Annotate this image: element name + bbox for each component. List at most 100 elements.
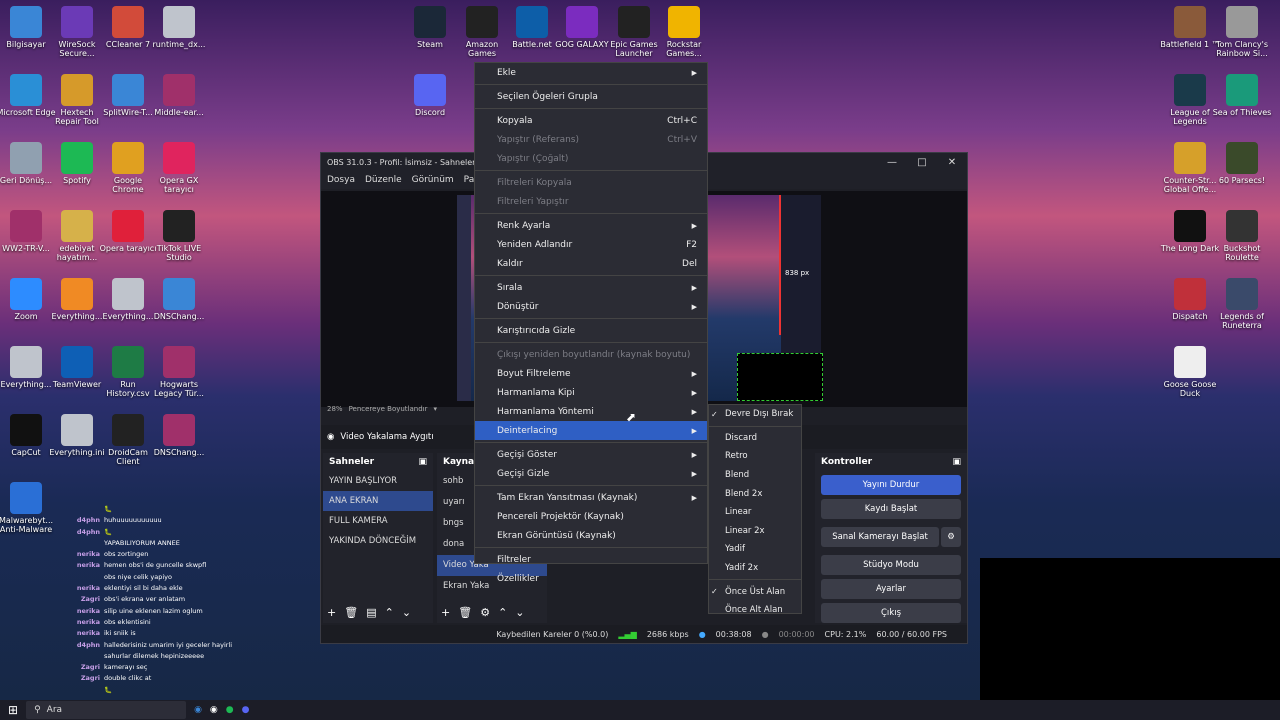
context-menu-item[interactable]: Harmanlama Kipi ▶: [475, 383, 707, 402]
chat-text: silip uine eklenen lazim oglum: [104, 606, 203, 615]
exit-button[interactable]: Çıkış: [821, 603, 961, 623]
submenu-item[interactable]: Yadif 2x: [709, 559, 801, 578]
scene-item[interactable]: YAKINDA DÖNCEĞİM: [323, 531, 433, 551]
zoom-label[interactable]: Pencereye Boyutlandır: [349, 405, 428, 413]
desktop-icon[interactable]: Goose Goose Duck: [1160, 346, 1220, 398]
edge-taskbar-icon[interactable]: ◉: [194, 705, 202, 715]
submenu-item[interactable]: Yadif: [709, 540, 801, 559]
context-menu-item[interactable]: Filtreler: [475, 550, 707, 569]
desktop-icon[interactable]: 60 Parsecs!: [1212, 142, 1272, 185]
desktop-icon[interactable]: DNSChang...: [149, 414, 209, 457]
desktop-icon[interactable]: Tom Clancy's Rainbow Si...: [1212, 6, 1272, 58]
desktop-icon[interactable]: The Long Dark: [1160, 210, 1220, 253]
obs-taskbar-icon[interactable]: ◉: [210, 705, 218, 715]
gear-icon[interactable]: ⚙: [941, 527, 961, 547]
context-menu-item[interactable]: Seçilen Ögeleri Grupla: [475, 87, 707, 106]
desktop-icon[interactable]: Rockstar Games...: [654, 6, 714, 58]
scene-item[interactable]: FULL KAMERA: [323, 511, 433, 531]
scene-item[interactable]: ANA EKRAN: [323, 491, 433, 511]
context-menu-item[interactable]: Karıştırıcıda Gizle: [475, 321, 707, 340]
close-icon[interactable]: ✕: [937, 153, 967, 171]
context-menu-item[interactable]: Boyut Filtreleme ▶: [475, 364, 707, 383]
context-menu-item[interactable]: Deinterlacing ▶: [475, 421, 707, 440]
submenu-item[interactable]: ✓ Devre Dışı Bırak: [709, 405, 801, 424]
arrow-down-icon[interactable]: ⌄: [402, 606, 411, 619]
scene-item[interactable]: YAYIN BAŞLIYOR: [323, 471, 433, 491]
submenu-item[interactable]: Önce Alt Alan: [709, 601, 801, 620]
context-menu-item[interactable]: Dönüştür ▶: [475, 297, 707, 316]
desktop-icon-label: Middle-ear...: [154, 108, 204, 117]
desktop-icon-label: DNSChang...: [153, 448, 205, 457]
discord-taskbar-icon[interactable]: ●: [242, 705, 250, 715]
chevron-down-icon[interactable]: ▾: [433, 405, 437, 413]
undock-icon[interactable]: ▣: [418, 457, 427, 467]
maximize-icon[interactable]: □: [907, 153, 937, 171]
minimize-icon[interactable]: —: [877, 153, 907, 171]
gear-icon[interactable]: ⚙: [480, 606, 490, 619]
desktop-icon[interactable]: Dispatch: [1160, 278, 1220, 321]
trash-icon[interactable]: 🗑: [344, 606, 358, 619]
settings-button[interactable]: Ayarlar: [821, 579, 961, 599]
app-icon: [61, 346, 93, 378]
desktop-icon[interactable]: Counter-Str... Global Offe...: [1160, 142, 1220, 194]
context-menu-item[interactable]: Renk Ayarla ▶: [475, 216, 707, 235]
menu-separator: [709, 425, 801, 427]
submenu-item[interactable]: Linear: [709, 503, 801, 522]
desktop-icon[interactable]: DNSChang...: [149, 278, 209, 321]
submenu-item[interactable]: ✓ Önce Üst Alan: [709, 582, 801, 601]
trash-icon[interactable]: 🗑: [458, 606, 472, 619]
spotify-taskbar-icon[interactable]: ●: [226, 705, 234, 715]
submenu-item[interactable]: Retro: [709, 447, 801, 466]
desktop-icon[interactable]: Hogwarts Legacy Tür...: [149, 346, 209, 398]
signal-icon: ▂▄▆: [618, 629, 637, 639]
add-icon[interactable]: +: [327, 606, 336, 619]
context-menu-item[interactable]: Tam Ekran Yansıtması (Kaynak) ▶: [475, 488, 707, 507]
context-menu-item[interactable]: Yeniden Adlandır F2: [475, 235, 707, 254]
app-icon: [61, 74, 93, 106]
windows-start-icon[interactable]: ⊞: [8, 703, 18, 717]
virtual-cam-button[interactable]: Sanal Kamerayı Başlat: [821, 527, 939, 547]
desktop-icon-label: Discord: [414, 108, 446, 117]
submenu-item[interactable]: Linear 2x: [709, 522, 801, 541]
context-menu-item[interactable]: Ekle ▶: [475, 63, 707, 82]
arrow-up-icon[interactable]: ⌃: [385, 606, 394, 619]
context-menu-item[interactable]: Harmanlama Yöntemi ▶: [475, 402, 707, 421]
desktop-icon[interactable]: TikTok LIVE Studio: [149, 210, 209, 262]
submenu-item[interactable]: Blend 2x: [709, 484, 801, 503]
desktop-icon[interactable]: Buckshot Roulette: [1212, 210, 1272, 262]
menu-item[interactable]: Dosya: [327, 175, 355, 185]
start-record-button[interactable]: Kaydı Başlat: [821, 499, 961, 519]
desktop-icon[interactable]: Steam: [400, 6, 460, 49]
stop-stream-button[interactable]: Yayını Durdur: [821, 475, 961, 495]
add-icon[interactable]: +: [441, 606, 450, 619]
desktop-icon[interactable]: Opera GX tarayıcı: [149, 142, 209, 194]
desktop-icon[interactable]: Sea of Thieves: [1212, 74, 1272, 117]
desktop-icon-label: Buckshot Roulette: [1223, 244, 1261, 262]
desktop-icon[interactable]: GOG GALAXY: [552, 6, 612, 49]
context-menu-item[interactable]: Sırala ▶: [475, 278, 707, 297]
context-menu-item[interactable]: Geçişi Gizle ▶: [475, 464, 707, 483]
filter-icon[interactable]: ▤: [366, 606, 376, 619]
context-menu-item[interactable]: Kaldır Del: [475, 254, 707, 273]
context-menu-item[interactable]: Ekran Görüntüsü (Kaynak): [475, 526, 707, 545]
selected-source-box[interactable]: [737, 353, 823, 401]
context-menu-item[interactable]: Pencereli Projektör (Kaynak): [475, 507, 707, 526]
submenu-item[interactable]: Discard: [709, 429, 801, 448]
desktop-icon[interactable]: Legends of Runeterra: [1212, 278, 1272, 330]
desktop-icon[interactable]: Discord: [400, 74, 460, 117]
context-menu-item[interactable]: Geçişi Göster ▶: [475, 445, 707, 464]
submenu-item[interactable]: Blend: [709, 466, 801, 485]
taskbar-search[interactable]: ⚲ Ara: [26, 701, 187, 719]
context-menu-item[interactable]: Kopyala Ctrl+C: [475, 111, 707, 130]
context-menu-item[interactable]: Özellikler: [475, 569, 707, 588]
menu-item[interactable]: Görünüm: [412, 175, 454, 185]
arrow-down-icon[interactable]: ⌄: [515, 606, 524, 619]
arrow-up-icon[interactable]: ⌃: [498, 606, 507, 619]
desktop-icon[interactable]: Middle-ear...: [149, 74, 209, 117]
desktop-icon[interactable]: Battlefield 1 ™: [1160, 6, 1220, 49]
desktop-icon[interactable]: League of Legends: [1160, 74, 1220, 126]
studio-mode-button[interactable]: Stüdyo Modu: [821, 555, 961, 575]
menu-item[interactable]: Düzenle: [365, 175, 402, 185]
undock-icon[interactable]: ▣: [952, 457, 961, 467]
desktop-icon[interactable]: runtime_dx...: [149, 6, 209, 49]
